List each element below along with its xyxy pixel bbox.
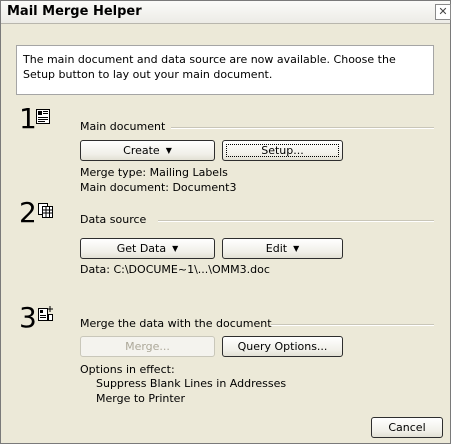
cancel-button[interactable]: Cancel [371, 417, 443, 438]
title-bar[interactable]: Mail Merge Helper ✕ [1, 1, 451, 24]
merge-type-text: Merge type: Mailing Labels [80, 166, 228, 179]
step-number-2: 2 [19, 196, 37, 229]
dropdown-arrow-icon: ▼ [293, 244, 300, 253]
get-data-button-label: Get Data [116, 242, 167, 255]
dropdown-arrow-icon: ▼ [165, 146, 172, 155]
option-item: Suppress Blank Lines in Addresses [96, 377, 287, 390]
dropdown-arrow-icon: ▼ [172, 244, 179, 253]
edit-button-label: Edit [265, 242, 288, 255]
cancel-button-label: Cancel [388, 421, 426, 434]
merge-button-label: Merge... [125, 340, 170, 353]
group-divider [171, 127, 434, 129]
step-number-3: 3 [19, 301, 37, 334]
intro-message: The main document and data source are no… [16, 45, 434, 95]
main-document-label: Main document [80, 120, 166, 133]
merge-section-label: Merge the data with the document [80, 317, 272, 330]
focus-rectangle [226, 144, 339, 157]
data-source-path: Data: C:\DOCUME~1\...\OMM3.doc [80, 263, 270, 276]
merge-button[interactable]: Merge... [80, 336, 215, 357]
dialog-title: Mail Merge Helper [7, 4, 142, 19]
main-document-text: Main document: Document3 [80, 181, 237, 194]
data-source-label: Data source [80, 213, 147, 226]
query-options-button[interactable]: Query Options... [222, 336, 343, 357]
create-button[interactable]: Create ▼ [80, 140, 215, 161]
group-divider [271, 324, 434, 326]
create-button-label: Create [123, 144, 160, 157]
main-document-icon [36, 109, 50, 124]
options-heading: Options in effect: [80, 363, 175, 376]
edit-button[interactable]: Edit ▼ [222, 238, 343, 259]
merge-icon [38, 306, 53, 321]
mail-merge-helper-dialog: Mail Merge Helper ✕ The main document an… [0, 0, 451, 444]
data-source-icon [38, 203, 53, 218]
query-options-button-label: Query Options... [237, 340, 328, 353]
close-icon[interactable]: ✕ [435, 4, 451, 20]
option-item: Merge to Printer [96, 392, 185, 405]
group-divider [158, 220, 434, 222]
setup-button[interactable]: Setup... [222, 140, 343, 161]
get-data-button[interactable]: Get Data ▼ [80, 238, 215, 259]
